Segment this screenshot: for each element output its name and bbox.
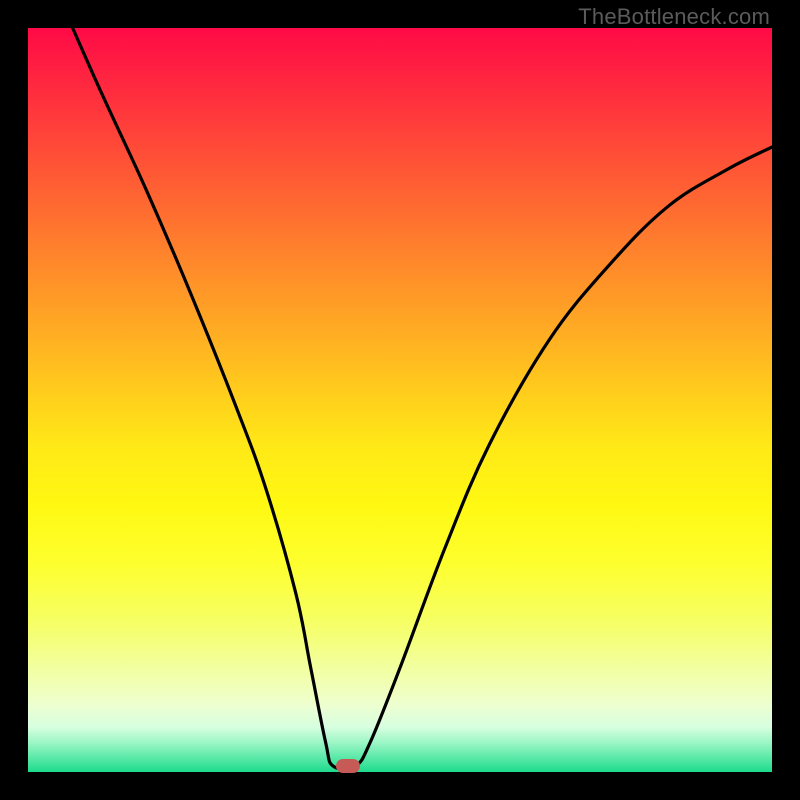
optimum-marker xyxy=(336,759,360,773)
plot-area xyxy=(28,28,772,772)
watermark-text: TheBottleneck.com xyxy=(578,4,770,30)
bottleneck-curve xyxy=(28,28,772,772)
chart-frame: TheBottleneck.com xyxy=(0,0,800,800)
